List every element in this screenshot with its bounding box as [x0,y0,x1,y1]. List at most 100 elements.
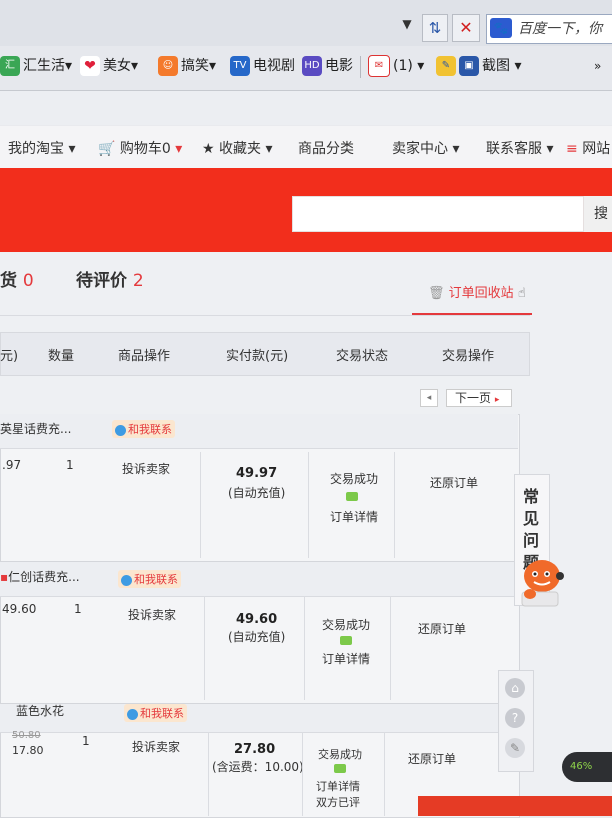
fav-huishenghuo[interactable]: 汇汇生活▾ [0,52,72,80]
complain-seller-link[interactable]: 投诉卖家 [132,738,180,755]
screenshot-icon: ▣ [459,56,479,76]
restore-order-link[interactable]: 还原订单 [408,750,456,767]
both-reviewed-text: 双方已评 [316,796,360,809]
back-to-top-icon[interactable]: ⌂ [505,678,525,698]
nav-site[interactable]: ≡ 网站 [566,138,610,158]
edit-icon[interactable]: ✎ [505,738,525,758]
complain-seller-link[interactable]: 投诉卖家 [122,460,170,477]
order-detail-link[interactable]: 订单详情 [316,778,360,794]
star-icon: ★ [202,141,215,157]
site-search-button[interactable]: 搜 [584,196,612,232]
paid-amount: 27.80 [234,742,276,757]
original-price: 50.80 [12,730,41,741]
chat-bubble-icon [121,574,132,586]
pager-next-button[interactable]: 下一页 ▸ [446,389,512,407]
quantity: 1 [82,734,90,748]
fav-mail[interactable]: ✉ (1) ▾ [368,52,424,80]
huishenghuo-icon: 汇 [0,56,20,76]
pen-icon: ✎ [436,56,456,76]
column-divider [204,596,205,700]
order-detail-link[interactable]: 订单详情 [330,508,378,525]
close-icon[interactable]: ✕ [452,14,480,42]
fav-meinv[interactable]: ❤ 美女▾ [80,52,138,80]
wangwang-icon[interactable] [340,636,352,645]
browser-gap [0,91,612,125]
column-divider [200,452,201,558]
tab-divider [0,315,530,316]
col-price: 元) [0,349,19,364]
chat-bubble-icon [115,424,126,436]
contact-seller-button[interactable]: 和我联系 [124,704,187,722]
fav-dianying[interactable]: HD 电影 [302,52,353,80]
faq-char: 问 [522,531,539,550]
tv-icon: TV [230,56,250,76]
order-title[interactable]: ▪仁创话费充... [0,568,80,585]
more-icon[interactable]: » [594,52,601,80]
search-input-text: 百度一下，你 [518,21,602,37]
faq-char: 常 [522,487,539,506]
restore-order-link[interactable]: 还原订单 [430,474,478,491]
hand-cursor-icon: ☝ [517,286,526,301]
column-divider [390,596,391,700]
column-divider [302,732,303,816]
trash-icon: 🗑 [428,286,445,301]
restore-order-link[interactable]: 还原订单 [418,620,466,637]
refresh-icon[interactable]: ⇅ [422,14,448,42]
fav-gaoxiao[interactable]: ☺ 搞笑▾ [158,52,216,80]
tab-pending-review[interactable]: 待评价 2 [76,266,144,291]
chevron-right-icon: ▸ [494,395,500,405]
wangwang-icon[interactable] [346,492,358,501]
baidu-paw-icon: 🐾 [490,18,512,38]
tab-recycle-bin[interactable]: 🗑 订单回收站 ☝ [428,282,526,301]
column-divider [384,732,385,816]
contact-seller-button[interactable]: 和我联系 [112,420,175,438]
speed-badge[interactable]: 46% [562,752,612,782]
trade-status: 交易成功 [330,472,379,486]
col-qty: 数量 [48,349,75,364]
nav-cart[interactable]: 🛒 购物车0 ▾ [98,138,182,158]
col-paid: 实付款(元) [226,349,289,364]
amount-note: (自动充值) [228,486,286,500]
trade-status: 交易成功 [322,618,371,632]
mascot-icon[interactable] [516,554,564,610]
mail-icon: ✉ [368,55,390,77]
faq-char: 见 [522,509,539,528]
fav-dianshiju[interactable]: TV 电视剧 [230,52,295,80]
fav-screenshot[interactable]: ✎ ▣ 截图 ▾ [436,52,521,80]
amount-note: (自动充值) [228,630,286,644]
column-divider [304,596,305,700]
wangwang-icon[interactable] [334,764,346,773]
address-dropdown-icon[interactable]: ▼ [398,12,416,36]
order-title[interactable]: 蓝色水花 [16,702,64,719]
amount-note: (含运费：10.00) [212,760,304,774]
nav-categories[interactable]: 商品分类 [298,138,354,158]
complain-seller-link[interactable]: 投诉卖家 [128,606,176,623]
paid-amount: 49.60 [236,612,278,627]
column-divider [308,452,309,558]
nav-my-taobao[interactable]: 我的淘宝 ▾ [8,138,75,158]
col-status: 交易状态 [336,349,389,364]
trade-status: 交易成功 [318,748,362,761]
quantity: 1 [74,602,82,616]
contact-seller-button[interactable]: 和我联系 [118,570,181,588]
help-icon[interactable]: ? [505,708,525,728]
column-divider [208,732,209,816]
smile-face-icon: ☺ [158,56,178,76]
shop-icon: ▪ [0,570,9,584]
chat-bubble-icon [127,708,138,720]
order-detail-link[interactable]: 订单详情 [322,650,370,667]
col-actions: 交易操作 [442,349,495,364]
hd-icon: HD [302,56,322,76]
site-search-input[interactable] [292,196,584,232]
nav-support[interactable]: 联系客服 ▾ [486,138,553,158]
unit-price: 49.60 [2,602,37,616]
nav-seller-center[interactable]: 卖家中心 ▾ [392,138,459,158]
order-header [0,704,518,733]
bottom-banner [418,796,612,816]
tab-pending-receive[interactable]: 货 0 [0,266,34,291]
unit-price: .97 [2,458,22,472]
order-title[interactable]: 英星话费充... [0,420,71,437]
menu-icon: ≡ [566,141,578,157]
pager-prev-button[interactable]: ◂ [420,389,438,407]
nav-favorites[interactable]: ★ 收藏夹 ▾ [202,138,273,158]
